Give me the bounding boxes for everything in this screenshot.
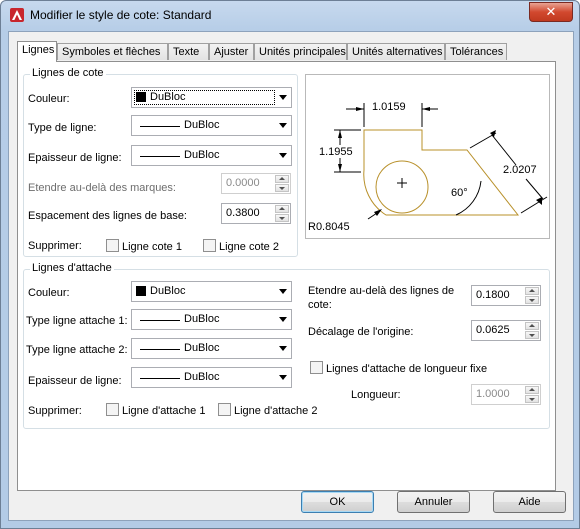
- line-sample: [140, 126, 180, 127]
- extend-ticks-spinner[interactable]: 0.0000: [221, 173, 291, 194]
- dim-linetype-select[interactable]: DuBloc: [131, 115, 292, 136]
- preview-dim-right: 2.0207: [503, 164, 537, 176]
- spin-down-icon[interactable]: [525, 331, 539, 339]
- color-swatch: [136, 286, 146, 296]
- preview-part-outline: [363, 129, 520, 216]
- spin-up-icon[interactable]: [525, 386, 539, 394]
- ext-lineweight-select[interactable]: DuBloc: [131, 367, 292, 388]
- cancel-button[interactable]: Annuler: [397, 491, 470, 513]
- spin-down-icon[interactable]: [525, 395, 539, 403]
- extend-beyond-label-line2: cote:: [308, 299, 332, 311]
- spin-down-icon[interactable]: [275, 214, 289, 222]
- group-title: Lignes d'attache: [30, 262, 114, 274]
- suppress-ext-line-1-checkbox[interactable]: Ligne d'attache 1: [106, 403, 205, 417]
- extend-beyond-label-line1: Etendre au-delà des lignes de: [308, 285, 455, 297]
- autocad-app-icon: [10, 8, 24, 22]
- chevron-down-icon: [279, 375, 287, 380]
- tab-unites-principales[interactable]: Unités principales: [254, 43, 347, 60]
- title-bar[interactable]: Modifier le style de cote: Standard ✕: [1, 1, 579, 29]
- ext-color-label: Couleur:: [28, 287, 70, 299]
- line-sample: [140, 349, 180, 350]
- ext-lineweight-label: Epaisseur de ligne:: [28, 375, 122, 387]
- group-title: Lignes de cote: [30, 67, 106, 79]
- dim-lineweight-label: Epaisseur de ligne:: [28, 152, 122, 164]
- preview-dim-left: 1.1955: [319, 146, 353, 158]
- baseline-spacing-spinner[interactable]: 0.3800: [221, 203, 291, 224]
- spin-up-icon[interactable]: [525, 287, 539, 295]
- chevron-down-icon: [279, 346, 287, 351]
- dim-color-label: Couleur:: [28, 93, 70, 105]
- tab-ajuster[interactable]: Ajuster: [209, 43, 254, 60]
- extend-beyond-spinner[interactable]: 0.1800: [471, 285, 541, 306]
- chevron-down-icon: [279, 289, 287, 294]
- dim-lineweight-select[interactable]: DuBloc: [131, 145, 292, 166]
- chevron-down-icon: [279, 123, 287, 128]
- chevron-down-icon: [279, 153, 287, 158]
- extend-ticks-label: Etendre au-delà des marques:: [28, 182, 176, 194]
- dim-suppress-label: Supprimer:: [28, 240, 82, 252]
- preview-dim-top: 1.0159: [372, 101, 406, 113]
- suppress-ext-line-2-checkbox[interactable]: Ligne d'attache 2: [218, 403, 317, 417]
- spin-down-icon[interactable]: [275, 184, 289, 192]
- suppress-dim-line-1-checkbox[interactable]: Ligne cote 1: [106, 239, 182, 253]
- chevron-down-icon: [279, 317, 287, 322]
- style-preview: 1.0159 1.1955 2.0207 60° R0.8045: [305, 74, 550, 239]
- color-swatch: [136, 92, 146, 102]
- spin-up-icon[interactable]: [525, 322, 539, 330]
- close-icon: ✕: [545, 4, 557, 19]
- spin-down-icon[interactable]: [525, 296, 539, 304]
- preview-angle: 60°: [451, 187, 468, 199]
- dim-linetype-label: Type de ligne:: [28, 122, 97, 134]
- tab-unites-alternatives[interactable]: Unités alternatives: [347, 43, 445, 60]
- ext-linetype1-label: Type ligne attache 1:: [26, 315, 128, 327]
- ext-color-select[interactable]: DuBloc: [131, 281, 292, 302]
- close-button[interactable]: ✕: [529, 2, 573, 22]
- suppress-dim-line-2-checkbox[interactable]: Ligne cote 2: [203, 239, 279, 253]
- tab-panel-lignes: Lignes de cote Couleur: DuBloc Type de l…: [17, 61, 556, 491]
- tab-lignes[interactable]: Lignes: [17, 41, 57, 62]
- ext-linetype2-label: Type ligne attache 2:: [26, 344, 128, 356]
- line-sample: [140, 156, 180, 157]
- help-button[interactable]: Aide: [493, 491, 566, 513]
- dialog-client: Lignes Symboles et flèches Texte Ajuster…: [8, 31, 574, 521]
- fixed-length-checkbox[interactable]: Lignes d'attache de longueur fixe: [310, 361, 487, 375]
- offset-origin-label: Décalage de l'origine:: [308, 326, 414, 338]
- dim-color-select[interactable]: DuBloc: [131, 87, 292, 108]
- preview-radius: R0.8045: [308, 221, 350, 233]
- spin-up-icon[interactable]: [275, 205, 289, 213]
- dialog-window: Modifier le style de cote: Standard ✕ Li…: [0, 0, 580, 529]
- ok-button[interactable]: OK: [301, 491, 374, 513]
- preview-drawing: 1.0159 1.1955 2.0207 60° R0.8045: [308, 101, 548, 233]
- line-sample: [140, 378, 180, 379]
- ext-suppress-label: Supprimer:: [28, 405, 82, 417]
- length-spinner[interactable]: 1.0000: [471, 384, 541, 405]
- spin-up-icon[interactable]: [275, 175, 289, 183]
- tab-tolerances[interactable]: Tolérances: [445, 43, 507, 60]
- chevron-down-icon: [279, 95, 287, 100]
- offset-origin-spinner[interactable]: 0.0625: [471, 320, 541, 341]
- line-sample: [140, 320, 180, 321]
- tab-texte[interactable]: Texte: [168, 43, 209, 60]
- tab-symboles-fleches[interactable]: Symboles et flèches: [57, 43, 168, 60]
- baseline-spacing-label: Espacement des lignes de base:: [28, 210, 187, 222]
- window-title: Modifier le style de cote: Standard: [30, 8, 212, 22]
- ext-linetype2-select[interactable]: DuBloc: [131, 338, 292, 359]
- length-label: Longueur:: [351, 389, 401, 401]
- ext-linetype1-select[interactable]: DuBloc: [131, 309, 292, 330]
